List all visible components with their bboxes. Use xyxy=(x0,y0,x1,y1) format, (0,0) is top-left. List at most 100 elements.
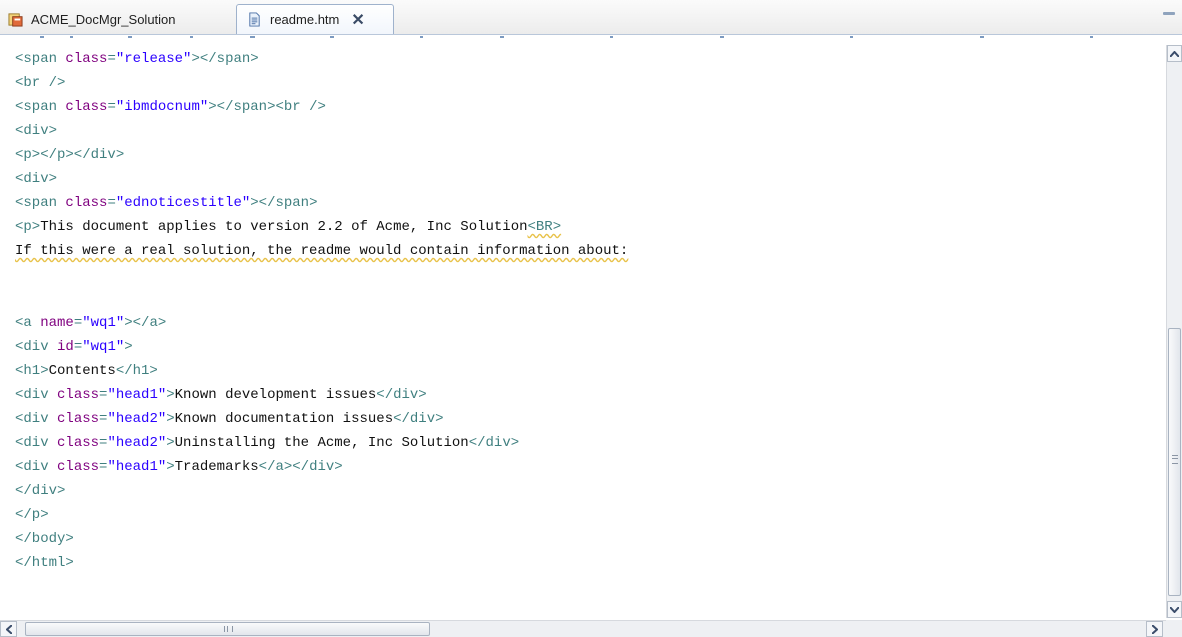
code-token: <div> xyxy=(15,123,58,139)
horizontal-scrollbar[interactable] xyxy=(0,620,1166,637)
arrow-up-icon[interactable] xyxy=(1167,45,1182,62)
code-editor[interactable]: <span class="release"></span> <br /> <span… xyxy=(0,45,1160,618)
code-line: </p> xyxy=(15,503,49,527)
code-token: <h1> xyxy=(15,363,49,379)
code-token: Trademarks xyxy=(174,459,259,475)
horizontal-scroll-thumb[interactable] xyxy=(25,622,430,636)
code-token: "ednoticestitle" xyxy=(115,195,251,211)
code-line: <a name="wq1"></a> xyxy=(15,311,166,335)
code-token: "head2" xyxy=(107,411,167,427)
code-token: This document applies to version 2.2 of … xyxy=(40,219,528,235)
code-token: = xyxy=(73,339,83,355)
minimize-icon[interactable] xyxy=(1162,8,1176,18)
code-token: <span xyxy=(15,99,66,115)
vertical-scroll-thumb[interactable] xyxy=(1168,328,1181,596)
arrow-right-icon[interactable] xyxy=(1146,621,1163,637)
code-token: <BR> xyxy=(527,219,562,235)
code-token: "head2" xyxy=(107,435,167,451)
code-token: </div> xyxy=(15,483,66,499)
code-token: <div xyxy=(15,459,58,475)
code-token: class xyxy=(57,411,100,427)
code-token: class xyxy=(65,99,108,115)
arrow-down-icon[interactable] xyxy=(1167,601,1182,618)
code-line: <div class="head2">Uninstalling the Acme… xyxy=(15,431,519,455)
code-token: > xyxy=(166,411,175,427)
code-line: <p>This document applies to version 2.2 … xyxy=(15,215,561,239)
code-line: <span class="release"></span> xyxy=(15,47,259,71)
code-token: > xyxy=(124,339,133,355)
code-token: id xyxy=(57,339,74,355)
vertical-scrollbar[interactable] xyxy=(1166,45,1182,618)
code-token: > xyxy=(166,435,175,451)
code-line: <span class="ibmdocnum"></span><br /> xyxy=(15,95,326,119)
code-token: ></a> xyxy=(124,315,167,331)
code-line: <div> xyxy=(15,167,57,191)
code-token: <br /> xyxy=(15,75,66,91)
code-line: <h1>Contents</h1> xyxy=(15,359,158,383)
code-token: Contents xyxy=(48,363,116,379)
code-line: <p></p></div> xyxy=(15,143,124,167)
code-token: </h1> xyxy=(115,363,158,379)
code-token: ></span> xyxy=(250,195,318,211)
tab-readme-htm[interactable]: readme.htm ✕ xyxy=(236,4,394,34)
code-token: "wq1" xyxy=(82,315,125,331)
code-token: Uninstalling the Acme, Inc Solution xyxy=(174,435,469,451)
code-token: <div xyxy=(15,411,58,427)
code-token: = xyxy=(73,315,83,331)
code-token: = xyxy=(107,51,116,67)
code-token: If this were a real solution, the readme… xyxy=(15,243,629,259)
grip-icon xyxy=(224,626,233,632)
code-token: "head1" xyxy=(107,387,167,403)
code-token: </p> xyxy=(15,507,49,523)
project-icon xyxy=(8,12,23,27)
tab-label: readme.htm xyxy=(270,12,340,27)
arrow-left-icon[interactable] xyxy=(0,621,17,637)
code-token: </div> xyxy=(468,435,520,451)
code-token: </div> xyxy=(376,387,427,403)
code-line: <div id="wq1"> xyxy=(15,335,133,359)
code-line: </div> xyxy=(15,479,65,503)
code-line: <div class="head1">Trademarks</a></div> xyxy=(15,455,343,479)
close-icon[interactable]: ✕ xyxy=(351,10,364,30)
code-token: <div xyxy=(15,435,58,451)
code-token: <span xyxy=(15,51,66,67)
code-line: </html> xyxy=(15,551,74,575)
code-token: ></span> xyxy=(191,51,259,67)
code-token: "head1" xyxy=(107,459,167,475)
code-token: > xyxy=(166,387,175,403)
code-line: If this were a real solution, the readme… xyxy=(15,239,628,263)
code-line: <div class="head2">Known documentation i… xyxy=(15,407,444,431)
code-token: </div> xyxy=(393,411,444,427)
code-token: </body> xyxy=(15,531,74,547)
code-token: <a xyxy=(15,315,41,331)
partial-line-remnant xyxy=(40,36,1093,38)
grip-icon xyxy=(1172,455,1178,464)
code-token: <div xyxy=(15,339,58,355)
scrollbar-corner xyxy=(1166,620,1182,637)
code-token: </html> xyxy=(15,555,74,571)
code-token: ></span><br /> xyxy=(208,99,326,115)
code-token: <div> xyxy=(15,171,58,187)
code-token: class xyxy=(65,195,108,211)
editor-tab-bar: ACME_DocMgr_Solution readme.htm ✕ xyxy=(0,0,1182,35)
code-token: "wq1" xyxy=(82,339,125,355)
code-token: <p></p></div> xyxy=(15,147,125,163)
tab-label: ACME_DocMgr_Solution xyxy=(31,11,176,27)
code-token: "release" xyxy=(115,51,192,67)
code-token: class xyxy=(57,459,100,475)
code-token: = xyxy=(107,99,116,115)
code-token: <span xyxy=(15,195,66,211)
code-line: <br /> xyxy=(15,71,65,95)
code-token: class xyxy=(57,435,100,451)
code-token: = xyxy=(107,195,116,211)
code-token: </a></div> xyxy=(258,459,343,475)
code-line: <span class="ednoticestitle"></span> xyxy=(15,191,317,215)
code-token: Known development issues xyxy=(174,387,377,403)
code-token: "ibmdocnum" xyxy=(115,99,209,115)
code-line: <div> xyxy=(15,119,57,143)
code-token: class xyxy=(57,387,100,403)
code-token: > xyxy=(166,459,175,475)
code-token: <div xyxy=(15,387,58,403)
tab-acme-docmgr-solution[interactable]: ACME_DocMgr_Solution xyxy=(8,4,223,34)
code-token: Known documentation issues xyxy=(174,411,394,427)
